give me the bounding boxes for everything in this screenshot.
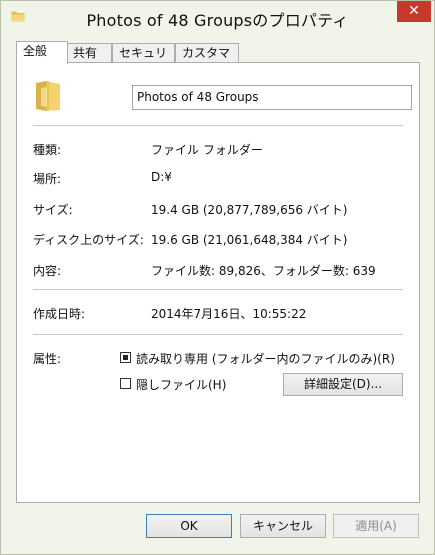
size-on-disk-value: 19.6 GB (21,061,648,384 バイト): [151, 233, 348, 247]
apply-button[interactable]: 適用(A): [333, 514, 419, 538]
tab-label: 全般: [23, 44, 48, 58]
divider: [33, 334, 403, 335]
tab-general[interactable]: 全般: [16, 41, 68, 64]
size-label: サイズ:: [33, 203, 73, 217]
close-button[interactable]: ✕: [397, 1, 431, 22]
tab-sharing[interactable]: 共有: [66, 43, 112, 63]
location-value: D:¥: [151, 170, 172, 184]
type-label: 種類:: [33, 143, 62, 157]
divider: [33, 125, 403, 126]
read-only-checkbox[interactable]: [120, 352, 131, 363]
window-title: Photos of 48 Groupsのプロパティ: [86, 11, 349, 30]
folder-icon: [36, 81, 60, 111]
size-value: 19.4 GB (20,877,789,656 バイト): [151, 203, 348, 217]
hidden-label[interactable]: 隠しファイル(H): [136, 376, 226, 393]
general-tab-panel: Photos of 48 Groups 種類: ファイル フォルダー 場所: D…: [16, 62, 420, 503]
properties-dialog: Photos of 48 Groupsのプロパティ ✕ 全般 共有 セキュリティ…: [0, 0, 435, 555]
ok-button-label: OK: [180, 519, 198, 533]
ok-button[interactable]: OK: [146, 514, 232, 538]
advanced-button-label: 詳細設定(D)...: [303, 377, 383, 391]
apply-button-label: 適用(A): [355, 519, 397, 533]
contains-label: 内容:: [33, 264, 62, 278]
divider: [33, 289, 403, 290]
read-only-label[interactable]: 読み取り専用 (フォルダー内のファイルのみ)(R): [136, 350, 395, 367]
tab-label: 共有: [73, 46, 98, 60]
folder-name-field[interactable]: Photos of 48 Groups: [132, 85, 412, 110]
type-value: ファイル フォルダー: [151, 143, 263, 157]
size-on-disk-label: ディスク上のサイズ:: [33, 233, 144, 247]
close-icon: ✕: [408, 3, 420, 19]
contains-value: ファイル数: 89,826、フォルダー数: 639: [151, 264, 376, 278]
title-bar[interactable]: Photos of 48 Groupsのプロパティ ✕: [1, 1, 434, 33]
cancel-button-label: キャンセル: [252, 519, 313, 533]
attributes-label: 属性:: [33, 352, 62, 366]
location-label: 場所:: [33, 172, 62, 186]
hidden-checkbox[interactable]: [120, 378, 131, 389]
advanced-button[interactable]: 詳細設定(D)...: [283, 373, 403, 396]
cancel-button[interactable]: キャンセル: [240, 514, 326, 538]
tab-security[interactable]: セキュリティ: [112, 43, 175, 79]
tab-customize[interactable]: カスタマイズ: [175, 43, 239, 79]
created-value: 2014年7月16日、10:55:22: [151, 307, 307, 321]
created-label: 作成日時:: [33, 307, 86, 321]
